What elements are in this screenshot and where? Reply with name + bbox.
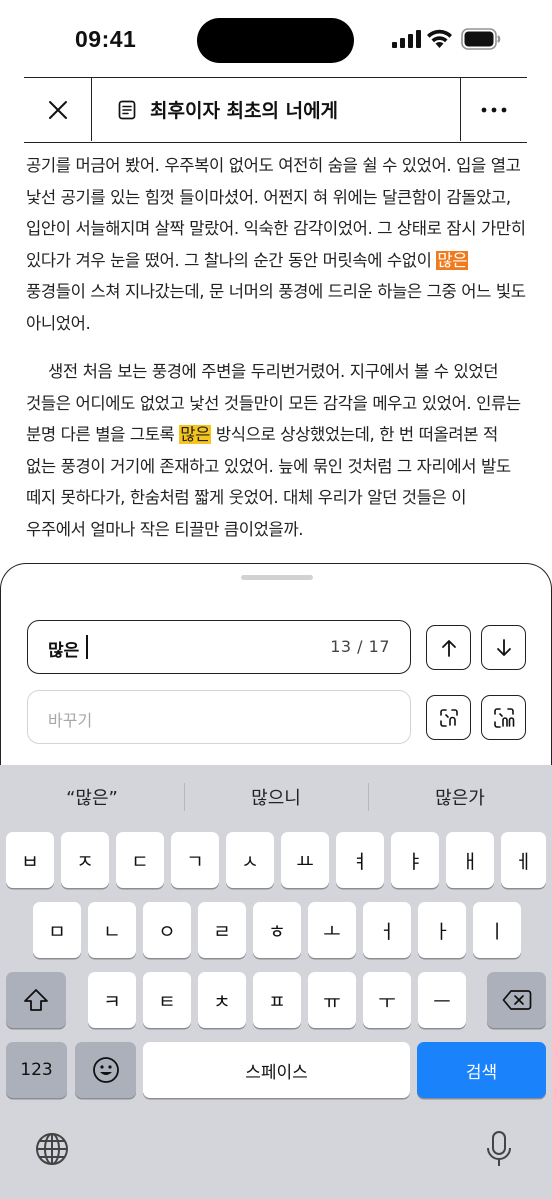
key-s[interactable]: ㅅ <box>226 832 274 888</box>
key-b[interactable]: ㅂ <box>6 832 54 888</box>
key-i[interactable]: ㅣ <box>473 902 521 958</box>
page-title: 최후이자 최초의 너에게 <box>150 100 339 122</box>
arrow-up-icon <box>441 639 456 657</box>
suggestion-bar: “많은” 많으니 많은가 <box>0 765 552 830</box>
key-yo[interactable]: ㅛ <box>281 832 329 888</box>
key-o[interactable]: ㅗ <box>308 902 356 958</box>
key-yeo[interactable]: ㅕ <box>336 832 384 888</box>
battery-icon <box>461 28 501 50</box>
key-e[interactable]: ㅔ <box>501 832 546 888</box>
sheet-grabber[interactable] <box>241 575 313 580</box>
key-u[interactable]: ㅜ <box>363 972 411 1028</box>
replace-all-icon <box>493 707 514 728</box>
wifi-icon <box>427 29 452 48</box>
replace-all-button[interactable] <box>481 695 526 740</box>
header-title-area: 최후이자 최초의 너에게 <box>92 78 460 141</box>
arrow-down-icon <box>496 638 511 656</box>
shift-icon <box>24 989 48 1011</box>
globe-icon[interactable] <box>34 1131 70 1167</box>
previous-match-button[interactable] <box>426 625 471 670</box>
key-n[interactable]: ㄴ <box>88 902 136 958</box>
close-icon <box>48 100 67 119</box>
key-h[interactable]: ㅎ <box>253 902 301 958</box>
key-j[interactable]: ㅈ <box>61 832 109 888</box>
key-ya[interactable]: ㅑ <box>391 832 439 888</box>
cellular-signal-icon <box>392 30 421 48</box>
space-key[interactable]: 스페이스 <box>143 1042 410 1098</box>
shift-key[interactable] <box>6 972 66 1028</box>
key-t[interactable]: ㅌ <box>143 972 191 1028</box>
suggestion-2[interactable]: 많으니 <box>184 784 368 810</box>
replace-icon <box>439 708 458 727</box>
match-counter: 13 / 17 <box>330 637 390 656</box>
status-bar: 09:41 <box>0 0 552 78</box>
key-m[interactable]: ㅁ <box>33 902 81 958</box>
key-g[interactable]: ㄱ <box>171 832 219 888</box>
replace-placeholder: 바꾸기 <box>48 711 93 730</box>
key-ch[interactable]: ㅊ <box>198 972 246 1028</box>
microphone-icon[interactable] <box>486 1130 512 1168</box>
match-highlight: 많은 <box>179 425 212 444</box>
key-ng[interactable]: ㅇ <box>143 902 191 958</box>
find-replace-sheet: 많은 13 / 17 바꾸기 <box>0 563 552 773</box>
close-button[interactable] <box>24 78 92 141</box>
search-key[interactable]: 검색 <box>417 1042 546 1098</box>
key-k[interactable]: ㅋ <box>88 972 136 1028</box>
next-match-button[interactable] <box>481 625 526 670</box>
emoji-icon <box>92 1057 119 1083</box>
reading-content: 공기를 머금어 봤어. 우주복이 없어도 여전히 숨을 쉴 수 있었어. 입을 … <box>26 150 528 564</box>
more-icon <box>481 107 507 112</box>
key-r[interactable]: ㄹ <box>198 902 246 958</box>
key-a[interactable]: ㅏ <box>418 902 466 958</box>
suggestion-3[interactable]: 많은가 <box>368 784 552 810</box>
dynamic-island <box>197 18 354 63</box>
replace-input[interactable]: 바꾸기 <box>27 690 411 744</box>
more-options-button[interactable] <box>460 78 527 141</box>
replace-one-button[interactable] <box>426 695 471 740</box>
delete-key[interactable] <box>487 972 546 1028</box>
emoji-key[interactable] <box>75 1042 136 1098</box>
text-caret <box>86 635 88 659</box>
paragraph-2: 생전 처음 보는 풍경에 주변을 두리번거렸어. 지구에서 볼 수 있었던 것들… <box>26 356 528 545</box>
search-input[interactable]: 많은 13 / 17 <box>27 620 411 674</box>
document-icon <box>118 100 136 119</box>
key-p[interactable]: ㅍ <box>253 972 301 1028</box>
paragraph-text: 풍경들이 스쳐 지나갔는데, 문 너머의 풍경에 드리운 하늘은 그중 어느 빛… <box>26 282 526 333</box>
key-ae[interactable]: ㅐ <box>446 832 494 888</box>
status-time: 09:41 <box>75 26 137 52</box>
paragraph-1: 공기를 머금어 봤어. 우주복이 없어도 여전히 숨을 쉴 수 있었어. 입을 … <box>26 150 528 339</box>
key-eu[interactable]: ㅡ <box>418 972 466 1028</box>
suggestion-1[interactable]: “많은” <box>0 784 184 810</box>
key-d[interactable]: ㄷ <box>116 832 164 888</box>
key-yu[interactable]: ㅠ <box>308 972 356 1028</box>
key-eo[interactable]: ㅓ <box>363 902 411 958</box>
search-query: 많은 <box>48 641 80 661</box>
reader-header: 최후이자 최초의 너에게 <box>24 77 527 143</box>
numbers-key[interactable]: 123 <box>6 1042 67 1098</box>
current-match-highlight: 많은 <box>436 250 469 270</box>
backspace-icon <box>502 990 531 1010</box>
